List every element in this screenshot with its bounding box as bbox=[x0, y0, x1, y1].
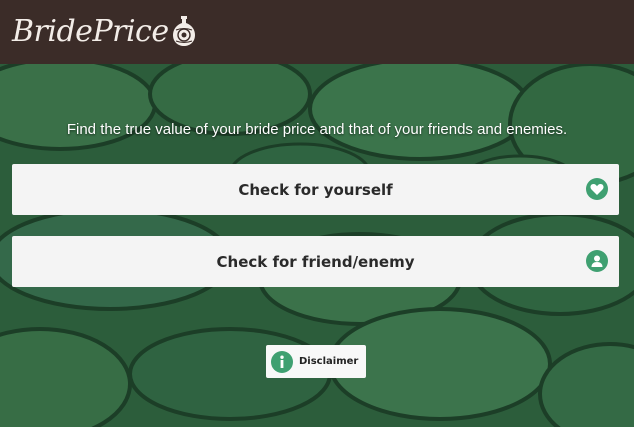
heart-icon bbox=[586, 178, 608, 200]
user-icon bbox=[586, 250, 608, 272]
info-icon bbox=[271, 350, 293, 373]
disclaimer-label: Disclaimer bbox=[299, 356, 359, 367]
site-header: BridePrice bbox=[0, 0, 634, 64]
pot-icon bbox=[172, 16, 195, 46]
check-friend-enemy-button[interactable]: Check for friend/enemy bbox=[12, 236, 619, 287]
site-logo[interactable]: BridePrice bbox=[12, 9, 196, 53]
check-yourself-label: Check for yourself bbox=[238, 180, 393, 199]
logo-text: BridePrice bbox=[12, 13, 169, 49]
check-yourself-button[interactable]: Check for yourself bbox=[12, 164, 619, 215]
disclaimer-button[interactable]: Disclaimer bbox=[266, 345, 366, 378]
tagline: Find the true value of your bride price … bbox=[66, 121, 568, 138]
check-friend-enemy-label: Check for friend/enemy bbox=[216, 252, 415, 271]
